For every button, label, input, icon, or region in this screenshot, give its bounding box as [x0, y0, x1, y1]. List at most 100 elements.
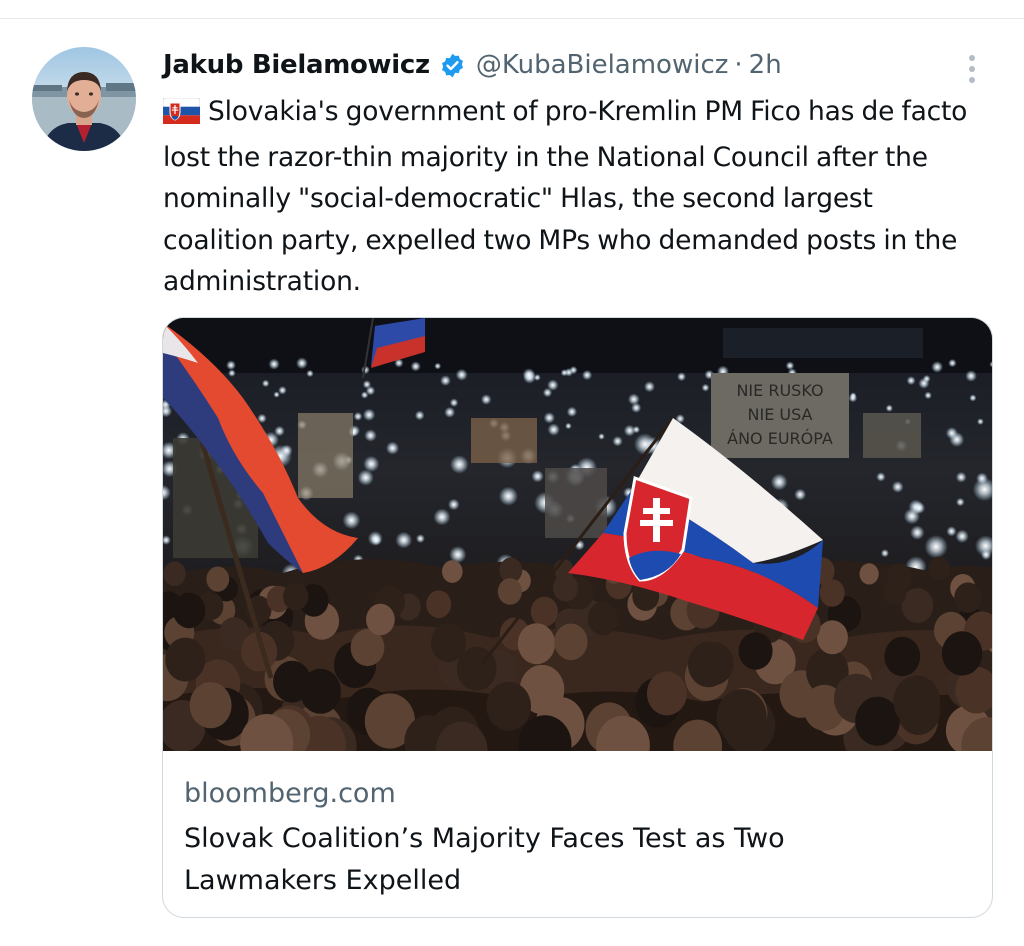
phone-light: [880, 549, 890, 558]
phone-light: [794, 488, 807, 501]
more-options-icon[interactable]: [958, 49, 986, 89]
phone-light: [969, 394, 977, 402]
phone-light: [701, 383, 710, 392]
author-handle[interactable]: @KubaBielamowicz: [476, 50, 729, 80]
phone-light: [268, 358, 280, 370]
crowd-head: [941, 631, 983, 676]
protest-crowd-photo: NIE RUSKO NIE USA ÁNO EURÓPA: [163, 318, 992, 751]
phone-light: [946, 526, 957, 537]
phone-light: [918, 377, 930, 389]
crowd-head: [738, 632, 773, 670]
crowd-head: [486, 681, 531, 731]
phone-light: [582, 370, 593, 381]
crowd-head: [646, 671, 687, 716]
protest-sign: NIE RUSKO NIE USA ÁNO EURÓPA: [711, 373, 849, 458]
phone-light: [498, 486, 518, 506]
phone-light: [434, 362, 442, 370]
phone-light: [450, 455, 469, 474]
crowd-head: [884, 636, 921, 677]
phone-light: [906, 376, 916, 386]
crowd-head: [530, 596, 558, 627]
avatar[interactable]: [32, 47, 136, 151]
tweet-text: Slovakia's government of pro-Kremlin PM …: [162, 91, 983, 303]
crowd-head: [366, 603, 395, 636]
crowd-head: [859, 563, 879, 585]
phone-light: [274, 425, 285, 437]
phone-light: [955, 471, 967, 483]
crowd-head: [855, 696, 900, 746]
phone-light: [449, 398, 459, 407]
crowd-head: [883, 579, 907, 606]
phone-light: [440, 375, 451, 386]
phone-light: [433, 508, 451, 526]
crowd-head: [587, 601, 619, 636]
phone-light: [364, 429, 377, 442]
svg-text:NIE USA: NIE USA: [748, 405, 813, 424]
author-display-name[interactable]: Jakub Bielamowicz: [163, 50, 430, 80]
phone-light: [261, 379, 270, 388]
phone-light: [677, 372, 686, 382]
crowd-head: [954, 582, 982, 613]
phone-light: [480, 394, 492, 405]
phone-light: [414, 410, 425, 421]
tweet[interactable]: Jakub Bielamowicz @KubaBielamowicz · 2h …: [0, 19, 1024, 946]
crowd-head: [819, 579, 845, 607]
phone-light: [903, 508, 921, 525]
card-title[interactable]: Slovak Coalition’s Majority Faces Test a…: [184, 818, 944, 902]
phone-light: [848, 393, 858, 403]
crowd-head: [426, 590, 452, 619]
tweet-header: Jakub Bielamowicz @KubaBielamowicz · 2h: [163, 45, 782, 85]
phone-light: [228, 369, 236, 377]
card-domain[interactable]: bloomberg.com: [184, 778, 396, 809]
svg-text:ÁNO EURÓPA: ÁNO EURÓPA: [727, 429, 833, 448]
svg-text:NIE RUSKO: NIE RUSKO: [736, 381, 823, 400]
phone-light: [627, 393, 640, 406]
phone-light: [924, 391, 932, 400]
phone-light: [543, 412, 555, 424]
crowd-head: [206, 566, 230, 592]
crowd-head: [165, 637, 206, 682]
phone-light: [296, 357, 308, 370]
phone-light: [566, 406, 578, 417]
phone-light: [885, 404, 893, 412]
phone-light: [948, 358, 957, 368]
phone-light: [876, 472, 886, 482]
phone-light: [363, 455, 380, 472]
phone-light: [362, 408, 376, 421]
phone-light: [522, 368, 536, 381]
phone-light: [924, 535, 948, 559]
crowd-head: [553, 574, 578, 602]
phone-light: [415, 534, 425, 544]
crowd-head: [300, 668, 341, 714]
phone-light: [371, 535, 382, 546]
phone-light: [965, 370, 977, 382]
phone-light: [280, 444, 293, 457]
phone-light: [410, 361, 421, 372]
crowd-head: [283, 582, 309, 611]
phone-light: [365, 386, 376, 396]
crowd-head: [694, 642, 734, 686]
crowd-head: [517, 623, 556, 665]
phone-light: [612, 436, 623, 447]
crowd-head: [928, 556, 950, 581]
phone-light: [444, 406, 456, 418]
tweet-timestamp[interactable]: 2h: [749, 50, 782, 80]
crowd-head: [163, 561, 186, 586]
crowd-head: [442, 560, 463, 583]
verified-badge-icon: [439, 52, 466, 79]
phone-light: [448, 498, 460, 511]
phone-light: [891, 481, 904, 493]
phone-light: [395, 531, 413, 549]
phone-light: [980, 549, 992, 560]
phone-light: [977, 418, 984, 425]
phone-light: [785, 361, 795, 370]
phone-light: [598, 433, 605, 440]
phone-light: [910, 525, 925, 540]
phone-light: [385, 441, 400, 455]
link-preview-card[interactable]: NIE RUSKO NIE USA ÁNO EURÓPA bloomberg.c…: [162, 317, 993, 918]
crowd-head: [893, 675, 941, 727]
phone-light: [565, 422, 572, 430]
phone-light: [931, 361, 944, 373]
slovakia-flag-emoji: [162, 95, 201, 137]
crowd-head: [554, 623, 588, 661]
